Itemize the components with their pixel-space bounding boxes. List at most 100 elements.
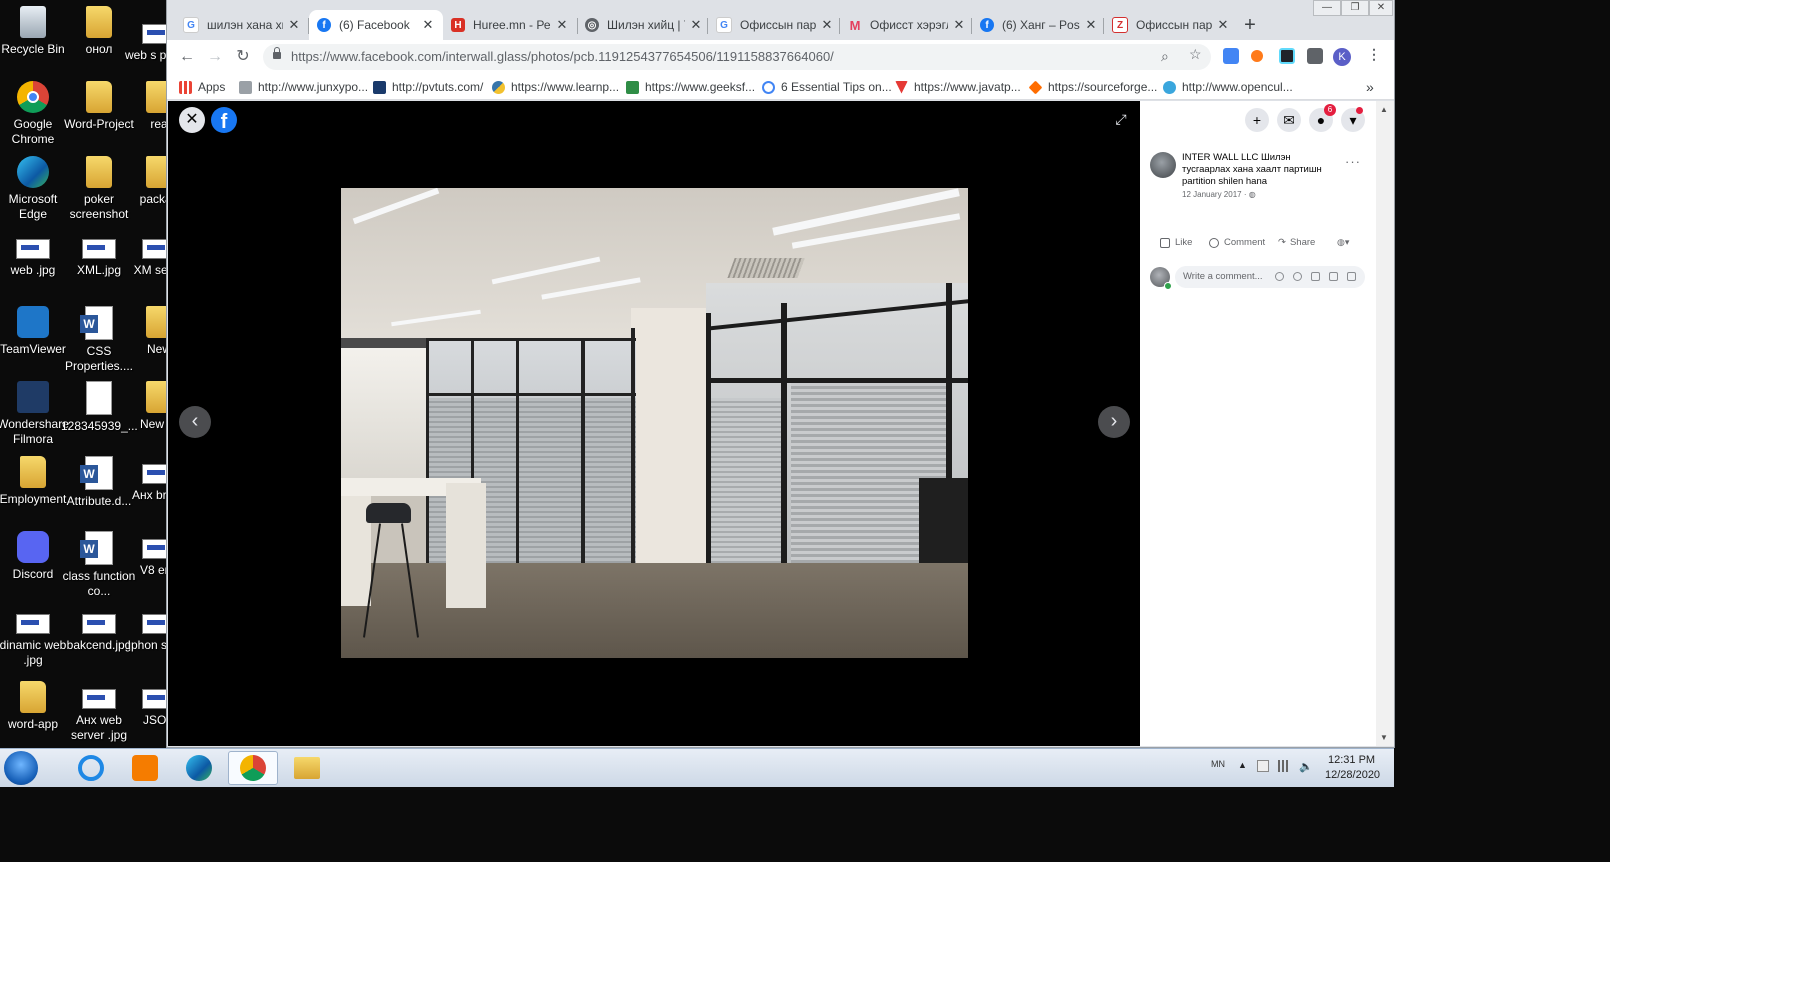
windows-taskbar: MN ▲ 🔈 12:31 PM 12/28/2020: [0, 748, 1394, 787]
gif-icon[interactable]: [1329, 272, 1338, 281]
extension-orange-icon[interactable]: [1251, 50, 1263, 62]
kebab-menu-icon[interactable]: ⋮: [1367, 46, 1381, 63]
tab-close-icon[interactable]: ✕: [952, 17, 966, 33]
close-viewer-button[interactable]: ✕: [179, 107, 205, 133]
show-hidden-icons-icon[interactable]: ▲: [1238, 760, 1250, 772]
taskbar-chrome[interactable]: [228, 751, 278, 785]
tab-6[interactable]: M Офисст хэрэглэ ✕: [840, 10, 974, 40]
signal-icon[interactable]: [1278, 760, 1290, 772]
puzzle-extensions-icon[interactable]: [1307, 48, 1323, 64]
profile-avatar[interactable]: K: [1333, 48, 1351, 66]
facebook-logo-icon[interactable]: f: [211, 107, 237, 133]
minimize-button[interactable]: —: [1313, 0, 1341, 16]
comment-icon: [1209, 237, 1219, 248]
emoji-icon[interactable]: [1293, 272, 1302, 281]
address-bar[interactable]: https://www.facebook.com/interwall.glass…: [263, 44, 1211, 70]
new-tab-button[interactable]: +: [1239, 14, 1261, 36]
translate-extension-icon[interactable]: [1223, 48, 1239, 64]
comment-input[interactable]: Write a comment...: [1175, 266, 1365, 288]
sticker-icon[interactable]: [1347, 272, 1356, 281]
start-button[interactable]: [4, 751, 38, 785]
volume-icon[interactable]: 🔈: [1299, 760, 1313, 773]
python-icon: [492, 80, 505, 94]
forward-button[interactable]: →: [204, 46, 226, 68]
bookmark-learnpython[interactable]: https://www.learnp...: [492, 78, 619, 96]
maximize-button[interactable]: ❐: [1341, 0, 1369, 16]
bookmarks-bar: Apps http://www.junxypo... http://pvtuts…: [167, 74, 1394, 100]
messenger-button[interactable]: ✉: [1277, 108, 1301, 132]
comment-button[interactable]: Comment: [1209, 237, 1265, 248]
taskbar-media-player[interactable]: [120, 751, 170, 785]
tab-close-icon[interactable]: ✕: [421, 17, 435, 33]
globe-icon: ◍: [1248, 190, 1256, 199]
internet-explorer-icon: [78, 755, 104, 781]
previous-photo-button[interactable]: ‹: [179, 406, 211, 438]
bookmark-apps[interactable]: Apps: [179, 78, 225, 96]
tab-7[interactable]: f (6) Ханг – Posts ✕: [972, 10, 1106, 40]
tab-close-icon[interactable]: ✕: [689, 17, 703, 33]
bookmark-pvtuts[interactable]: http://pvtuts.com/: [373, 78, 483, 96]
z-icon: Z: [1112, 17, 1128, 33]
page-scrollbar[interactable]: ▲ ▼: [1376, 101, 1394, 746]
tab-2-active[interactable]: f (6) Facebook ✕: [309, 10, 443, 40]
avatar-sticker-icon[interactable]: [1275, 272, 1284, 281]
page-avatar[interactable]: [1150, 152, 1176, 178]
facebook-icon: f: [980, 18, 994, 32]
more-bookmarks-button[interactable]: »: [1366, 78, 1374, 96]
tab-close-icon[interactable]: ✕: [555, 17, 569, 33]
bookmark-geeksforgeeks[interactable]: https://www.geeksf...: [626, 78, 755, 96]
bookmark-star-icon[interactable]: ☆: [1189, 46, 1202, 63]
pvtuts-icon: [373, 80, 386, 94]
create-button[interactable]: +: [1245, 108, 1269, 132]
tab-5[interactable]: G Офиссын парте ✕: [708, 10, 842, 40]
share-button[interactable]: ↷ Share: [1278, 237, 1315, 248]
tab-1[interactable]: G шилэн хана хийц ✕: [175, 10, 309, 40]
clock-date[interactable]: 12/28/2020: [1325, 769, 1380, 781]
recycle-bin-icon: [20, 6, 46, 38]
bookmark-sourceforge[interactable]: https://sourceforge...: [1028, 78, 1157, 96]
fullscreen-expand-icon[interactable]: ⤢: [1113, 111, 1129, 127]
back-button[interactable]: ←: [176, 46, 198, 68]
tab-close-icon[interactable]: ✕: [1084, 17, 1098, 33]
tab-close-icon[interactable]: ✕: [820, 17, 834, 33]
close-window-button[interactable]: ✕: [1369, 0, 1393, 16]
reload-button[interactable]: ↻: [232, 46, 254, 68]
word-document-icon: [80, 306, 113, 340]
next-photo-button[interactable]: ›: [1098, 406, 1130, 438]
language-indicator[interactable]: MN: [1211, 759, 1225, 769]
taskbar-internet-explorer[interactable]: [66, 751, 116, 785]
tab-3[interactable]: H Huree.mn - Рест ✕: [443, 10, 577, 40]
camera-icon[interactable]: [1311, 272, 1320, 281]
taskbar-edge[interactable]: [174, 751, 224, 785]
thumbs-up-icon: [1160, 237, 1170, 248]
network-error-icon[interactable]: [1257, 760, 1269, 772]
scroll-up-arrow-icon[interactable]: ▲: [1380, 105, 1388, 114]
chrome-icon: [240, 755, 266, 781]
bookmark-junxypo[interactable]: http://www.junxypo...: [239, 78, 368, 96]
scroll-down-arrow-icon[interactable]: ▼: [1380, 733, 1388, 742]
like-button[interactable]: Like: [1160, 237, 1192, 248]
tab-close-icon[interactable]: ✕: [1216, 17, 1230, 33]
zoom-icon[interactable]: ⌕: [1161, 48, 1169, 65]
image-file-icon: [16, 614, 50, 634]
edge-icon: [17, 156, 49, 188]
share-icon: ↷: [1278, 237, 1286, 248]
image-file-icon: [82, 614, 116, 634]
bookmark-javatpoint[interactable]: https://www.javatp...: [895, 78, 1021, 96]
huree-icon: H: [451, 18, 465, 32]
post-options-button[interactable]: ···: [1345, 154, 1361, 169]
post-date[interactable]: 12 January 2017 · ◍: [1182, 190, 1256, 199]
bookmark-6-essential-tips[interactable]: 6 Essential Tips on...: [762, 78, 892, 96]
tab-8[interactable]: Z Офиссын парте ✕: [1104, 10, 1238, 40]
post-as-selector[interactable]: ◍▾: [1337, 237, 1349, 248]
clock-time[interactable]: 12:31 PM: [1328, 754, 1375, 766]
bookmark-openculture[interactable]: http://www.opencul...: [1163, 78, 1293, 96]
tab-close-icon[interactable]: ✕: [287, 17, 301, 33]
sourceforge-icon: [1028, 80, 1043, 94]
google-icon: G: [183, 17, 199, 33]
taskbar-file-explorer[interactable]: [282, 751, 332, 785]
react-devtools-icon[interactable]: [1279, 48, 1295, 64]
m-icon: M: [849, 17, 861, 33]
image-file-icon: [82, 689, 116, 709]
tab-4[interactable]: ◎ Шилэн хийц | Т ✕: [577, 10, 711, 40]
